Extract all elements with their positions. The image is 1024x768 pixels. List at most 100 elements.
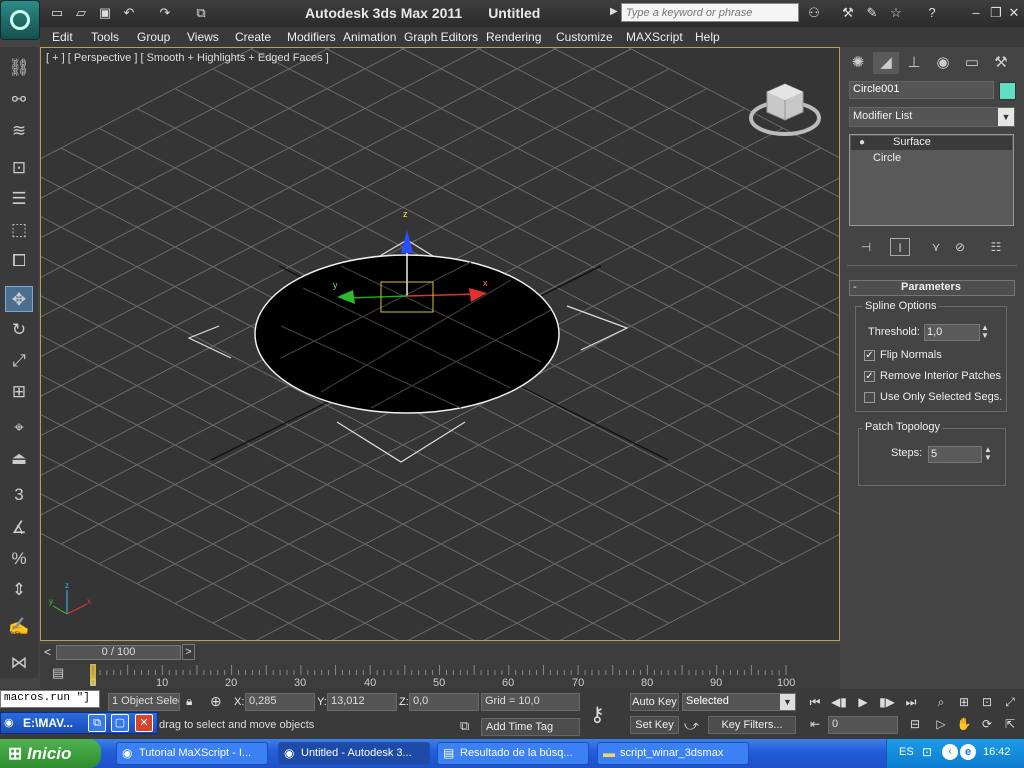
lightbulb-icon[interactable]: ● — [859, 137, 865, 148]
rollout-toggle[interactable]: - — [853, 281, 857, 293]
stack-item-circle[interactable]: Circle — [873, 152, 901, 164]
orbit-icon[interactable]: ⟳ — [978, 716, 996, 732]
task-script-folder[interactable]: script_winar_3dsmax — [597, 742, 749, 765]
lock-selection-icon[interactable]: 🔒︎ — [186, 694, 192, 709]
z-coordinate-field[interactable]: 0,0 — [409, 693, 479, 711]
steps-spinner[interactable]: 5 — [928, 446, 982, 463]
utilities-tab-icon[interactable]: ⚒ — [988, 52, 1014, 74]
motion-tab-icon[interactable]: ◉ — [930, 52, 956, 74]
favorites-star-icon[interactable]: ☆ — [888, 5, 904, 21]
perspective-viewport[interactable]: z x y z x y — [40, 47, 840, 641]
key-mode-toggle-icon[interactable]: ⇤ — [806, 716, 824, 732]
select-manipulate-icon[interactable]: ⏏ — [5, 446, 33, 472]
zoom-extents-all-icon[interactable]: ⤢ — [1001, 694, 1019, 710]
restore-icon[interactable]: ❐ — [988, 5, 1004, 21]
use-only-selected-checkbox[interactable] — [864, 392, 875, 403]
next-frame-button[interactable]: > — [182, 644, 195, 660]
previous-frame-icon[interactable]: ◀▮ — [830, 694, 848, 710]
snaps-toggle-icon[interactable]: 3 — [5, 482, 33, 508]
default-tangent-icon[interactable]: ⤻ — [684, 717, 699, 734]
percent-snap-icon[interactable]: % — [5, 546, 33, 572]
minimize-icon[interactable]: – — [968, 5, 984, 21]
zoom-all-icon[interactable]: ⊞ — [955, 694, 973, 710]
viewport-label[interactable]: [ + ] [ Perspective ] [ Smooth + Highlig… — [46, 52, 329, 64]
undo-icon[interactable]: ↶ — [121, 5, 137, 21]
maximize-icon[interactable]: ▢ — [111, 714, 129, 732]
rect-selection-region-icon[interactable]: ⬚ — [5, 217, 33, 243]
bind-space-warp-icon[interactable]: ≋ — [5, 118, 33, 144]
maximize-viewport-icon[interactable]: ⇱ — [1001, 716, 1019, 732]
time-configuration-icon[interactable]: ⊟ — [906, 716, 924, 732]
threshold-spinner-arrows-icon[interactable]: ▲ ▼ — [981, 324, 989, 340]
start-button[interactable]: ⊞ Inicio — [0, 739, 101, 768]
menu-tools[interactable]: Tools — [91, 30, 119, 44]
unlink-icon[interactable]: ⚯ — [5, 87, 33, 113]
key-filters-button[interactable]: Key Filters... — [708, 716, 796, 734]
close-icon[interactable]: ✕ — [1006, 5, 1022, 21]
go-to-start-icon[interactable]: ⏮ — [806, 694, 824, 710]
search-input[interactable] — [621, 3, 799, 22]
menu-modifiers[interactable]: Modifiers — [287, 30, 336, 44]
create-tab-icon[interactable]: ✺ — [845, 52, 871, 74]
binoculars-icon[interactable]: ⚇ — [806, 5, 822, 21]
menu-animation[interactable]: Animation — [343, 30, 396, 44]
stack-item-surface[interactable]: Surface — [893, 136, 931, 148]
menu-graph-editors[interactable]: Graph Editors — [404, 30, 478, 44]
set-key-mode-icon[interactable]: ⚷ — [590, 702, 605, 727]
angle-snap-icon[interactable]: ∡ — [5, 515, 33, 541]
browser-tray-icon[interactable]: e — [960, 744, 976, 760]
collapse-tray-icon[interactable]: ‹ — [942, 744, 958, 760]
use-only-selected-label[interactable]: Use Only Selected Segs. — [880, 391, 1002, 403]
chevron-down-icon[interactable]: ▼ — [998, 108, 1014, 126]
modifier-list-dropdown[interactable]: Modifier List — [849, 107, 1015, 127]
configure-sets-icon[interactable]: ☷ — [986, 238, 1006, 256]
steps-spinner-arrows-icon[interactable]: ▲ ▼ — [984, 446, 992, 462]
help-icon[interactable]: ? — [924, 5, 940, 21]
remove-interior-label[interactable]: Remove Interior Patches — [880, 370, 1001, 382]
zoom-extents-icon[interactable]: ⊡ — [978, 694, 996, 710]
task-tutorial[interactable]: Tutorial MaXScript - I... — [116, 742, 268, 765]
new-file-icon[interactable]: ▭ — [49, 5, 65, 21]
x-coordinate-field[interactable]: 0,285 — [245, 693, 315, 711]
flip-normals-checkbox[interactable]: ✓ — [864, 350, 875, 361]
pin-stack-icon[interactable]: ⊣ — [856, 238, 876, 256]
next-frame-icon[interactable]: ▮▶ — [878, 694, 896, 710]
task-3dsmax[interactable]: Untitled - Autodesk 3... — [278, 742, 430, 765]
select-and-rotate-icon[interactable]: ↻ — [5, 317, 33, 343]
language-indicator[interactable]: ES — [899, 746, 914, 758]
menu-group[interactable]: Group — [137, 30, 170, 44]
show-end-result-icon[interactable]: I — [890, 238, 910, 256]
chevron-down-icon[interactable]: ▼ — [780, 694, 795, 710]
time-tag-icon[interactable]: ⧉ — [460, 718, 469, 734]
object-color-swatch[interactable] — [999, 82, 1016, 100]
select-and-link-icon[interactable]: ⛓ — [5, 55, 33, 81]
menu-create[interactable]: Create — [235, 30, 271, 44]
viewcube-icon[interactable] — [749, 83, 821, 136]
go-to-end-icon[interactable]: ⏭ — [902, 694, 920, 710]
open-file-icon[interactable]: ▱ — [73, 5, 89, 21]
menu-help[interactable]: Help — [695, 30, 720, 44]
zoom-icon[interactable]: ⌕ — [932, 694, 950, 710]
modify-tab-icon[interactable]: ◢ — [873, 52, 899, 74]
add-time-tag-button[interactable]: Add Time Tag — [481, 718, 580, 736]
selection-filter-icon[interactable]: ⊡ — [5, 155, 33, 181]
remove-modifier-icon[interactable]: ⊘ — [950, 238, 970, 256]
redo-icon[interactable]: ↷ — [157, 5, 173, 21]
spinner-snap-icon[interactable]: ⇕ — [5, 577, 33, 603]
object-name-field[interactable]: Circle001 — [849, 81, 994, 99]
absolute-mode-icon[interactable]: ⊕ — [210, 693, 222, 710]
select-and-move-icon[interactable]: ✥ — [5, 286, 33, 312]
play-icon[interactable]: ▶ — [854, 694, 872, 710]
menu-edit[interactable]: Edit — [52, 30, 73, 44]
pivot-center-icon[interactable]: ⌖ — [5, 415, 33, 441]
field-of-view-icon[interactable]: ▷ — [932, 716, 950, 732]
flip-normals-label[interactable]: Flip Normals — [880, 349, 942, 361]
y-coordinate-field[interactable]: 13,012 — [327, 693, 397, 711]
application-button[interactable] — [0, 0, 40, 40]
current-frame-field[interactable]: 0 — [828, 716, 898, 734]
close-icon[interactable]: ✕ — [135, 714, 153, 732]
network-icon[interactable]: ⊡ — [922, 745, 932, 759]
minimize-icon[interactable]: ⧉ — [88, 714, 106, 732]
menu-views[interactable]: Views — [187, 30, 219, 44]
select-and-scale-icon[interactable]: ⤢ — [5, 348, 33, 374]
